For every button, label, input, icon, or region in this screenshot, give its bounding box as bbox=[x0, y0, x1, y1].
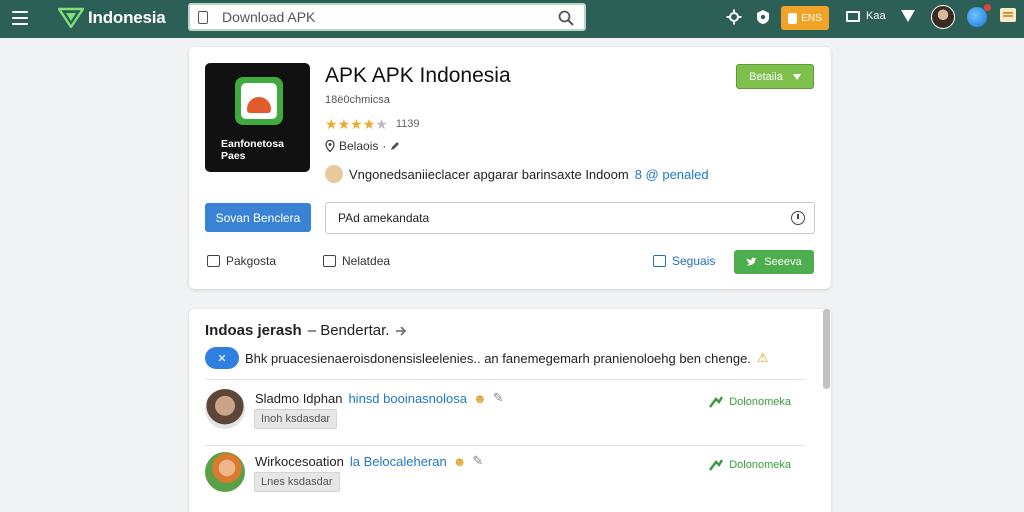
share-button[interactable]: Seeeva bbox=[734, 250, 814, 274]
details-button[interactable]: Betaila bbox=[736, 64, 814, 89]
location-pin-icon bbox=[325, 140, 335, 152]
comments-title-bold: Indoas jerash bbox=[205, 322, 302, 339]
chevron-down-icon[interactable] bbox=[900, 9, 916, 23]
search-bar[interactable] bbox=[188, 3, 586, 31]
commenter-link[interactable]: hinsd booinasnolosa bbox=[348, 391, 467, 406]
commenter-avatar[interactable] bbox=[205, 389, 245, 429]
clock-icon[interactable] bbox=[791, 211, 805, 225]
search-input[interactable] bbox=[222, 9, 542, 25]
comment-tag: Lnes ksdasdar bbox=[254, 472, 340, 492]
developer-row: Vngonedsaniieclacer apgarar barinsaxte I… bbox=[325, 165, 709, 183]
action-report[interactable]: Pakgosta bbox=[207, 254, 276, 268]
star-icon: ★ bbox=[325, 116, 338, 132]
app-emblem-icon bbox=[235, 77, 283, 125]
details-button-label: Betaila bbox=[749, 70, 783, 83]
message-icon[interactable] bbox=[1000, 8, 1016, 22]
app-icon-label: Eanfonetosa Paes bbox=[221, 138, 285, 162]
menu-icon[interactable] bbox=[12, 11, 28, 25]
divider bbox=[205, 379, 805, 380]
comments-title: Indoas jerash – Bendertar. bbox=[205, 322, 407, 339]
comments-card: Indoas jerash – Bendertar. ✕ Bhk pruaces… bbox=[189, 309, 831, 512]
comment-item: Wirkocesoation la Belocaleheran ☻ ✎ Lnes… bbox=[205, 452, 805, 508]
reply-label: Dolonomeka bbox=[729, 396, 791, 408]
edit-icon[interactable] bbox=[390, 141, 400, 151]
brand-logo[interactable]: Indonesia bbox=[58, 7, 166, 29]
star-icon: ★ bbox=[337, 116, 351, 132]
file-icon bbox=[788, 12, 798, 24]
share-link[interactable]: Seguais bbox=[653, 254, 715, 268]
settings-icon[interactable] bbox=[726, 9, 742, 25]
share-button-label: Seeeva bbox=[764, 256, 802, 268]
notification-badge bbox=[984, 4, 991, 11]
developer-avatar bbox=[325, 165, 343, 183]
divider bbox=[205, 445, 805, 446]
top-bar: Indonesia ENS Kaa bbox=[0, 0, 1024, 38]
twitter-icon bbox=[746, 257, 758, 266]
rating-count: 1139 bbox=[395, 118, 420, 130]
arrow-icon[interactable] bbox=[395, 325, 407, 336]
commenter-name-row: Wirkocesoation la Belocaleheran ☻ ✎ bbox=[255, 453, 483, 469]
flag-icon bbox=[846, 10, 860, 22]
action-related[interactable]: Nelatdea bbox=[323, 254, 390, 268]
scrollbar[interactable] bbox=[823, 309, 830, 389]
location-row: Belaois · bbox=[325, 139, 400, 153]
notice-row: ✕ Bhk pruacesienaeroisdonensisleelenies.… bbox=[205, 347, 805, 369]
brand-name: Indonesia bbox=[88, 8, 166, 27]
app-details-card: Eanfonetosa Paes APK APK Indonesia 18ë0c… bbox=[189, 47, 831, 289]
star-half-icon: ★ bbox=[362, 116, 376, 132]
commenter-avatar[interactable] bbox=[205, 452, 245, 492]
smile-icon: ☻ bbox=[473, 390, 487, 406]
document-icon bbox=[198, 10, 208, 24]
reply-label: Dolonomeka bbox=[729, 459, 791, 471]
notice-pill[interactable]: ✕ bbox=[205, 347, 239, 369]
shield-icon[interactable] bbox=[756, 9, 770, 25]
commenter-name[interactable]: Sladmo Idphan bbox=[255, 391, 342, 406]
smile-icon: ☻ bbox=[452, 453, 467, 469]
edit-icon[interactable]: ✎ bbox=[472, 453, 483, 469]
chat-icon bbox=[323, 255, 336, 267]
edit-icon[interactable]: ✎ bbox=[493, 390, 504, 406]
app-icon: Eanfonetosa Paes bbox=[205, 63, 310, 172]
user-avatar[interactable] bbox=[931, 5, 955, 29]
commenter-name-row: Sladmo Idphan hinsd booinasnolosa ☻ ✎ bbox=[255, 390, 504, 406]
reply-button[interactable]: Dolonomeka bbox=[709, 396, 791, 408]
package-input[interactable] bbox=[338, 211, 778, 225]
app-subtitle: 18ë0chmicsa bbox=[325, 94, 390, 106]
action-related-label: Nelatdea bbox=[342, 254, 391, 268]
dot-separator: · bbox=[382, 139, 387, 153]
star-empty-icon: ★ bbox=[375, 116, 388, 132]
reply-arrow-icon bbox=[709, 459, 724, 471]
language-selector[interactable]: Kaa bbox=[846, 10, 886, 22]
globe-icon[interactable] bbox=[967, 7, 987, 27]
comment-icon bbox=[207, 255, 220, 267]
app-title: APK APK Indonesia bbox=[325, 64, 511, 87]
apk-button[interactable]: ENS bbox=[781, 6, 829, 30]
action-report-label: Pakgosta bbox=[226, 254, 277, 268]
reply-arrow-icon bbox=[709, 396, 724, 408]
developer-text: Vngonedsaniieclacer apgarar barinsaxte I… bbox=[349, 166, 629, 182]
download-button[interactable]: Sovan Benclera bbox=[205, 203, 311, 232]
share-link-label: Seguais bbox=[672, 254, 716, 268]
chevron-down-icon bbox=[792, 73, 801, 80]
warning-icon: ⚠ bbox=[756, 350, 769, 365]
notice-text: Bhk pruacesienaeroisdonensisleelenies.. … bbox=[245, 350, 751, 366]
developer-link[interactable]: 8 @ penaled bbox=[635, 167, 709, 182]
comment-item: Sladmo Idphan hinsd booinasnolosa ☻ ✎ In… bbox=[205, 389, 805, 445]
rating-stars: ★ ★ ★ ★ ★ 1139 bbox=[325, 117, 419, 131]
commenter-name[interactable]: Wirkocesoation bbox=[255, 454, 344, 469]
bookmark-icon bbox=[653, 255, 666, 267]
location-label: Belaois bbox=[339, 139, 379, 153]
comments-title-rest: – Bendertar. bbox=[307, 322, 390, 339]
language-label: Kaa bbox=[866, 10, 886, 22]
package-field[interactable] bbox=[325, 202, 815, 234]
comment-tag: Inoh ksdasdar bbox=[254, 409, 338, 429]
apk-button-label: ENS bbox=[801, 12, 822, 24]
commenter-link[interactable]: la Belocaleheran bbox=[350, 454, 447, 469]
reply-button[interactable]: Dolonomeka bbox=[709, 459, 791, 471]
search-icon[interactable] bbox=[558, 10, 574, 26]
brand-icon bbox=[58, 7, 84, 29]
star-icon: ★ bbox=[350, 116, 363, 132]
